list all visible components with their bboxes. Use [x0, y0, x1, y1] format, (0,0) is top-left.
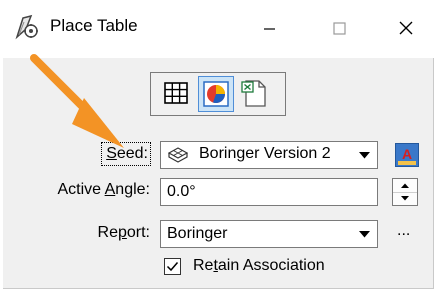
report-browse-button[interactable]: ...	[397, 222, 410, 240]
label-accelerator: S	[106, 145, 117, 162]
active-angle-label: Active Angle:	[30, 181, 150, 199]
label-text: ort:	[126, 224, 150, 241]
colored-circle-icon	[203, 81, 229, 107]
placement-mode-toolbar	[150, 72, 286, 116]
label-text: ngle:	[115, 181, 150, 198]
label-accelerator: A	[104, 181, 116, 198]
window-title: Place Table	[50, 16, 138, 35]
label-text: Re	[193, 257, 214, 274]
seed-label[interactable]: Seed:	[101, 142, 151, 166]
spin-up-icon[interactable]	[393, 179, 417, 193]
title-bar[interactable]: Place Table	[0, 0, 436, 58]
angle-spinner	[392, 178, 418, 206]
report-dropdown[interactable]: Boringer	[160, 220, 378, 248]
report-label: Report:	[50, 224, 150, 242]
maximize-icon[interactable]	[316, 10, 362, 46]
table-grid-icon	[164, 82, 188, 104]
spreadsheet-file-icon	[241, 80, 266, 107]
close-icon[interactable]	[383, 10, 429, 46]
retain-association-checkbox[interactable]	[164, 258, 181, 275]
place-table-window: Place Table Seed: Boringer Version 2 A A…	[0, 0, 436, 293]
mode-button-colored-circle[interactable]	[198, 76, 234, 112]
chevron-down-icon	[359, 152, 370, 159]
chevron-down-icon	[359, 231, 370, 238]
mode-button-table-grid[interactable]	[159, 76, 195, 112]
label-text: ain Association	[217, 257, 325, 274]
report-value: Boringer	[167, 225, 228, 242]
place-table-icon	[15, 14, 38, 40]
svg-text:A: A	[402, 146, 412, 162]
window-border	[3, 288, 434, 289]
minimize-icon[interactable]	[246, 10, 292, 46]
text-style-icon[interactable]: A	[395, 143, 419, 167]
label-text: eed:	[116, 145, 148, 162]
spin-down-icon[interactable]	[393, 192, 417, 205]
window-border	[433, 58, 434, 288]
label-accelerator: p	[117, 224, 127, 241]
label-text: Re	[97, 224, 118, 241]
seed-value: Boringer Version 2	[199, 145, 331, 162]
label-text: Active	[57, 181, 105, 198]
active-angle-input[interactable]: 0.0°	[160, 178, 378, 206]
seed-dropdown[interactable]: Boringer Version 2	[160, 141, 378, 169]
table-seed-icon	[168, 147, 188, 163]
retain-association-label[interactable]: Retain Association	[193, 257, 325, 275]
checkmark-icon	[166, 262, 179, 272]
active-angle-value: 0.0°	[167, 183, 196, 200]
mode-button-spreadsheet[interactable]	[237, 76, 273, 112]
